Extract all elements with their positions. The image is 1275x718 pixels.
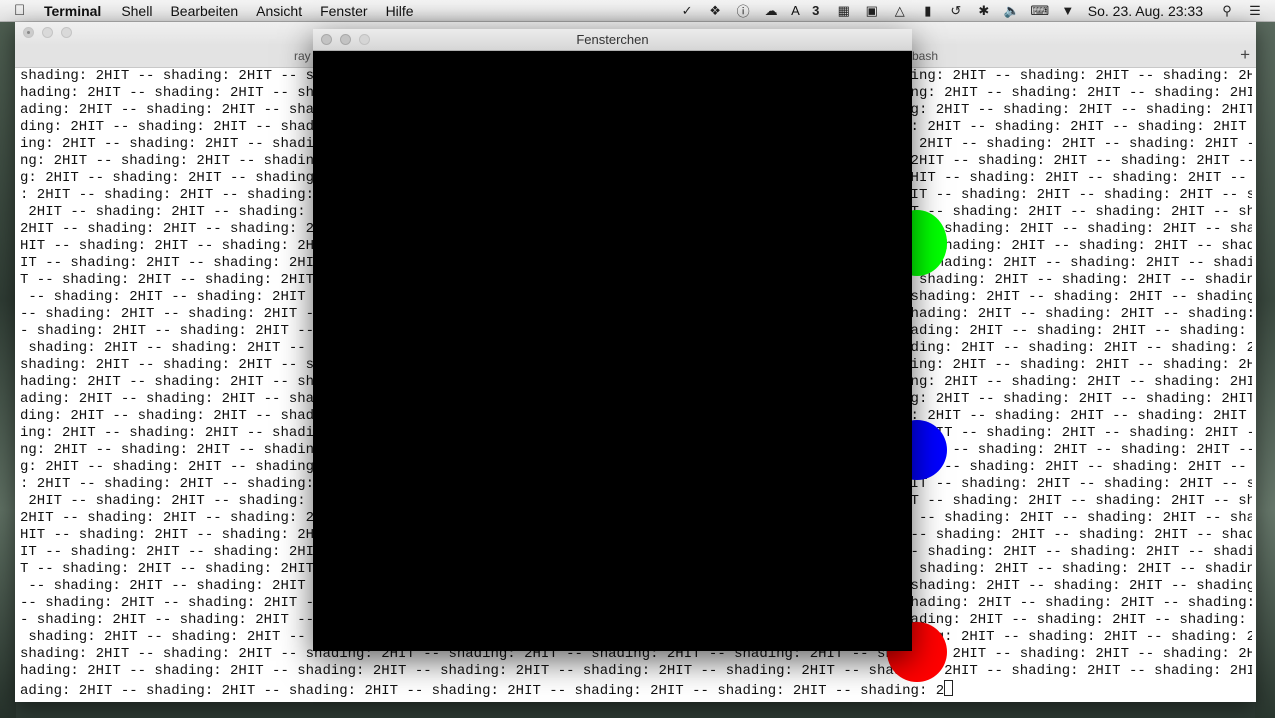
notification-center-icon[interactable]: ☰ <box>1247 3 1263 18</box>
terminal-zoom-button[interactable] <box>61 27 72 38</box>
volume-icon[interactable]: 🔈 <box>1004 3 1020 18</box>
photo-icon[interactable]: ▣ <box>864 3 880 18</box>
terminal-minimize-button[interactable] <box>42 27 53 38</box>
fensterchen-title: Fensterchen <box>576 32 649 47</box>
fensterchen-titlebar[interactable]: Fensterchen <box>313 29 912 51</box>
menu-bar:  Terminal Shell Bearbeiten Ansicht Fens… <box>0 0 1275 22</box>
menu-shell[interactable]: Shell <box>121 3 152 19</box>
keyboard-icon[interactable]: ⌨ <box>1030 3 1049 18</box>
text-cursor <box>944 680 954 696</box>
badge-count[interactable]: 3 <box>808 3 824 18</box>
tab-bash[interactable]: bash <box>912 49 938 63</box>
grid-icon[interactable]: ▦ <box>836 3 852 18</box>
render-canvas[interactable] <box>313 51 912 651</box>
tab-ray[interactable]: ray <box>294 49 311 63</box>
terminal-close-button[interactable] <box>23 27 34 38</box>
dropbox-icon[interactable]: ❖ <box>707 3 723 18</box>
status-area: ✓ ❖ ⓘ ☁ A 3 ▦ ▣ △ ▮ ↺ ✱ 🔈 ⌨ ▼ So. 23. Au… <box>679 0 1275 22</box>
fensterchen-minimize-button[interactable] <box>340 34 351 45</box>
fensterchen-window: Fensterchen <box>313 29 912 651</box>
spotlight-search-icon[interactable]: ⚲ <box>1219 3 1235 18</box>
desktop-wallpaper-left <box>0 22 16 718</box>
font-a-icon[interactable]: A <box>791 3 800 18</box>
bluetooth-icon[interactable]: ✱ <box>976 3 992 18</box>
terminal-line: hading: 2HIT -- shading: 2HIT -- shading… <box>20 663 1252 679</box>
info-circle-icon[interactable]: ⓘ <box>735 4 751 19</box>
apple-logo-icon[interactable]:  <box>14 2 32 19</box>
add-tab-button[interactable]: + <box>1240 45 1250 65</box>
menu-bearbeiten[interactable]: Bearbeiten <box>170 3 238 19</box>
desktop-wallpaper-right <box>1255 22 1275 718</box>
menu-hilfe[interactable]: Hilfe <box>386 3 414 19</box>
fensterchen-close-button[interactable] <box>321 34 332 45</box>
menu-app-terminal[interactable]: Terminal <box>44 3 101 19</box>
menu-fenster[interactable]: Fenster <box>320 3 367 19</box>
menu-clock[interactable]: So. 23. Aug. 23:33 <box>1088 3 1203 19</box>
checkmark-circle-icon[interactable]: ✓ <box>679 3 695 18</box>
cloud-icon[interactable]: ☁ <box>763 3 779 18</box>
airplay-icon[interactable]: △ <box>892 3 908 18</box>
wifi-icon[interactable]: ▼ <box>1060 3 1076 18</box>
terminal-line: ading: 2HIT -- shading: 2HIT -- shading:… <box>20 680 1252 699</box>
fensterchen-zoom-button[interactable] <box>359 34 370 45</box>
menu-ansicht[interactable]: Ansicht <box>256 3 302 19</box>
time-machine-icon[interactable]: ↺ <box>948 3 964 18</box>
battery-icon[interactable]: ▮ <box>920 3 936 18</box>
